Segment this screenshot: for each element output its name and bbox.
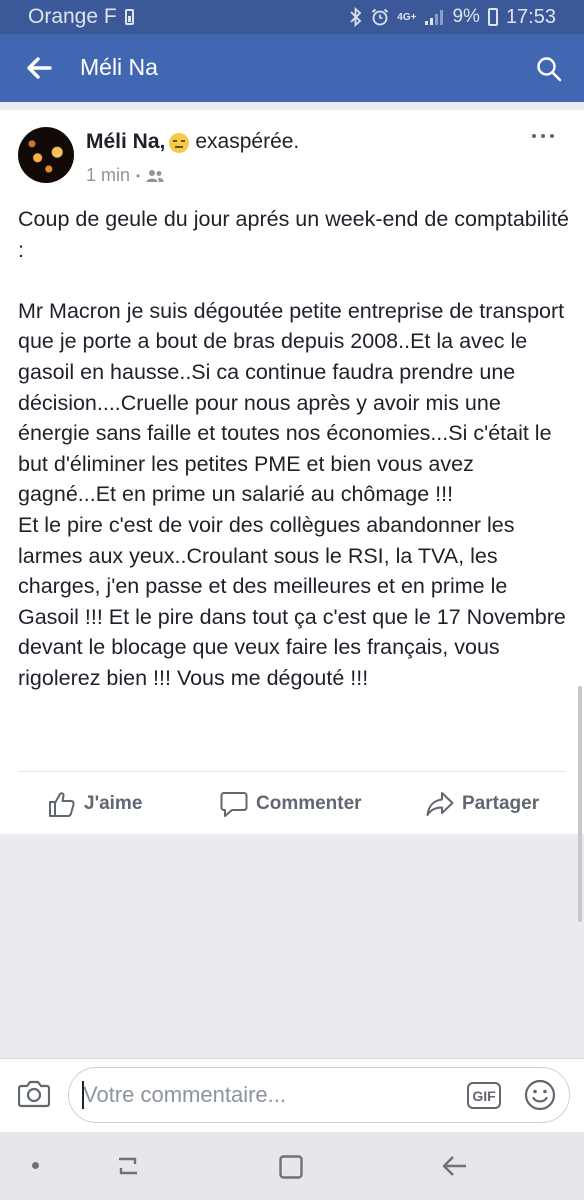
back-nav-icon[interactable] <box>440 1154 468 1178</box>
avatar[interactable] <box>18 127 74 183</box>
system-nav-bar <box>0 1132 584 1200</box>
friends-icon <box>146 169 164 182</box>
thumbs-up-icon <box>49 792 75 817</box>
like-button[interactable]: J'aime <box>48 790 142 818</box>
recent-apps-icon[interactable] <box>114 1154 142 1178</box>
carrier-group: Orange F <box>28 5 134 29</box>
meta-separator: • <box>136 168 141 183</box>
author-name[interactable]: Méli Na, <box>86 130 165 154</box>
app-bar: Méli Na <box>0 34 584 102</box>
status-bar: Orange F 4G+ 9% 17:53 <box>0 0 584 34</box>
share-label: Partager <box>462 793 540 814</box>
annoyed-face-emoji-icon <box>169 133 190 153</box>
carrier-name: Orange F <box>28 5 117 28</box>
arrow-left-icon[interactable] <box>26 56 52 80</box>
camera-icon[interactable] <box>18 1078 50 1108</box>
post-time[interactable]: 1 min <box>86 165 130 186</box>
gif-button[interactable]: GIF <box>467 1082 501 1109</box>
comment-label: Commenter <box>256 793 362 814</box>
smiley-icon[interactable] <box>524 1079 556 1111</box>
home-icon[interactable] <box>278 1154 304 1180</box>
comment-bubble-icon <box>220 792 248 817</box>
share-button[interactable]: Partager <box>426 790 539 818</box>
battery-icon <box>487 8 498 26</box>
page-title: Méli Na <box>80 54 158 80</box>
status-icons: 4G+ 9% 17:53 <box>349 6 556 29</box>
share-arrow-icon <box>426 792 454 816</box>
comment-composer: GIF <box>0 1058 584 1133</box>
signal-icon <box>425 10 444 25</box>
post-header: Méli Na, exaspérée. <box>86 130 299 154</box>
network-type: 4G+ <box>397 11 417 23</box>
nav-dot-icon[interactable] <box>32 1162 39 1169</box>
alarm-icon <box>372 8 389 26</box>
battery-saver-icon <box>124 9 134 25</box>
feeling-text: exaspérée. <box>195 130 300 153</box>
scrollbar[interactable] <box>578 686 582 922</box>
more-options-icon[interactable] <box>530 132 558 142</box>
text-cursor <box>82 1081 84 1109</box>
post-card: Méli Na, exaspérée. 1 min • Coup de geul… <box>0 110 584 834</box>
post-meta: 1 min • <box>86 165 164 186</box>
bluetooth-icon <box>350 7 362 27</box>
battery-percent: 9% <box>452 6 480 27</box>
comment-button[interactable]: Commenter <box>220 790 362 818</box>
like-label: J'aime <box>84 793 143 814</box>
post-actions: J'aime Commenter Partager <box>0 772 584 832</box>
clock: 17:53 <box>505 5 556 28</box>
post-text: Coup de geule du jour aprés un week-end … <box>18 207 570 690</box>
search-icon[interactable] <box>536 56 562 82</box>
